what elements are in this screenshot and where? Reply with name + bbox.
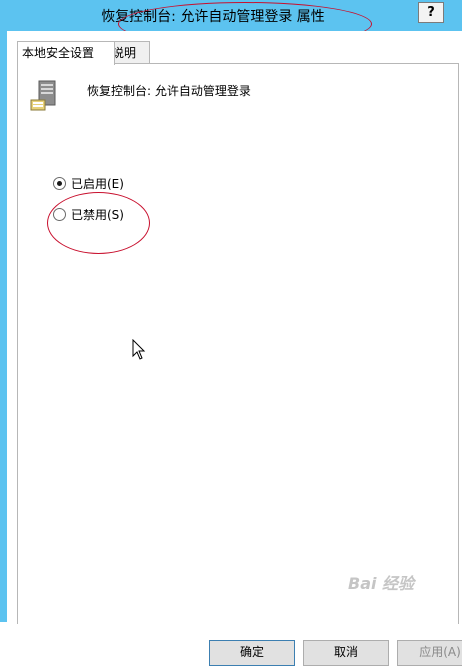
- watermark: Bai 经验: [348, 574, 415, 593]
- dialog-body: 本地安全设置 说明 恢复控制台: 允许自动管理登录 已启用(E) 已禁用(S) …: [7, 31, 462, 666]
- enabled-radio[interactable]: [53, 177, 66, 190]
- mouse-pointer-icon: [132, 339, 146, 360]
- window-title: 恢复控制台: 允许自动管理登录 属性: [101, 9, 325, 25]
- disabled-option[interactable]: 已禁用(S): [53, 206, 124, 223]
- apply-button[interactable]: 应用(A): [397, 640, 462, 666]
- ok-button[interactable]: 确定: [209, 640, 295, 666]
- policy-name: 恢复控制台: 允许自动管理登录: [87, 84, 251, 98]
- tab-local-security-setting[interactable]: 本地安全设置: [17, 41, 115, 65]
- disabled-label: 已禁用(S): [71, 208, 124, 222]
- disabled-radio[interactable]: [53, 208, 66, 221]
- window-frame-left: [0, 31, 7, 622]
- cancel-button[interactable]: 取消: [303, 640, 389, 666]
- server-policy-icon: [30, 80, 56, 111]
- help-button[interactable]: ?: [418, 2, 444, 23]
- enabled-label: 已启用(E): [71, 177, 124, 191]
- title-bar: 恢复控制台: 允许自动管理登录 属性 ?: [0, 0, 462, 31]
- enabled-option[interactable]: 已启用(E): [53, 175, 124, 192]
- tab-panel: [17, 63, 459, 624]
